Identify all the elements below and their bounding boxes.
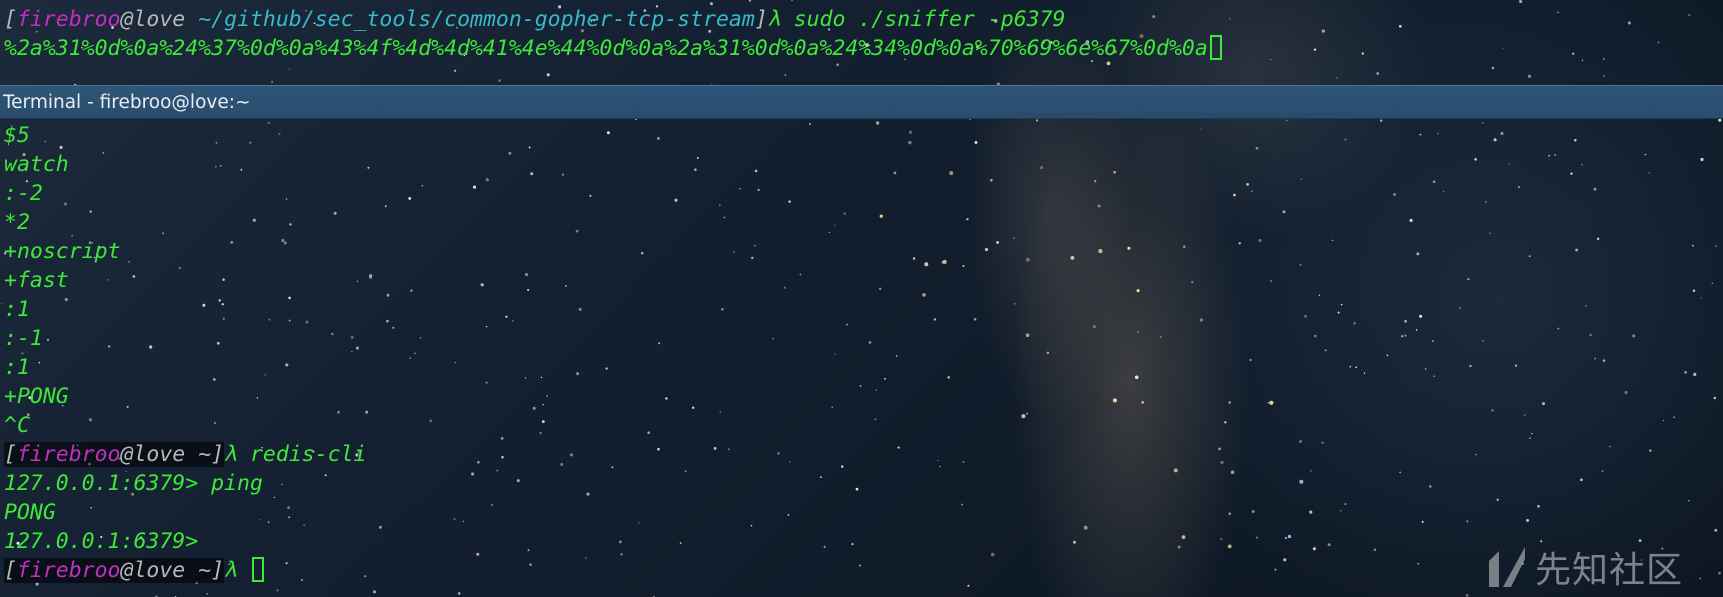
watermark: 先知社区 [1487,545,1683,591]
sniffer-output-line: %2a%31%0d%0a%24%37%0d%0a%43%4f%4d%4d%41%… [4,34,1222,63]
lambda-prompt-symbol: λ [767,7,781,32]
terminal-cursor-icon [1209,35,1222,60]
prompt-host: @love [120,442,186,467]
redis-line: PONG [4,500,56,525]
prompt-user: firebroo [16,442,121,467]
prompt-bracket-open: [ [4,558,17,583]
sniffer-command: sudo ./sniffer -p6379 [780,7,1066,32]
prompt-bracket-open: [ [4,7,17,32]
active-prompt-line[interactable]: [firebroo@love ~]λ [4,556,264,585]
prompt-bracket-close: ] [211,442,225,467]
terminal-output-line: +PONG [4,384,69,409]
sniffer-prompt-line: [firebroo@love ~/github/sec_tools/common… [4,5,1065,34]
window-title: Terminal - firebroo@love:~ [3,92,251,113]
redis-line: 127.0.0.1:6379> ping [4,471,263,496]
redis-line: 127.0.0.1:6379> [4,529,199,554]
terminal-output-line: :1 [4,297,30,322]
redis-cli-command: redis-cli [237,442,367,467]
terminal-output-line: +fast [4,268,69,293]
terminal-output-line: :-1 [4,326,43,351]
prompt-host: @love [120,7,186,32]
prompt-bracket-open: [ [4,442,17,467]
prompt-path: ~ [185,442,212,467]
prompt-host: @love [120,558,186,583]
prompt-bracket-close: ] [211,558,225,583]
prompt-path: ~ [185,558,212,583]
terminal-title-bar[interactable]: Terminal - firebroo@love:~ [0,85,1723,119]
prompt-path: ~/github/sec_tools/common-gopher-tcp-str… [185,7,755,32]
prompt-user: firebroo [16,7,121,32]
terminal-output-line: :-2 [4,181,43,206]
terminal-output-line: +noscript [4,239,121,264]
xianzhi-logo-icon [1489,547,1525,587]
terminal-cursor-icon [252,557,264,582]
terminal-output-line: *2 [4,210,30,235]
prompt-bracket-close: ] [754,7,768,32]
desktop-background: [firebroo@love ~/github/sec_tools/common… [0,0,1723,597]
redis-cli-prompt-line: [firebroo@love ~]λ redis-cli [4,440,367,469]
lambda-prompt-symbol: λ [224,442,238,467]
terminal-output-line: ^C [4,413,30,438]
prompt-user: firebroo [16,558,121,583]
watermark-text: 先知社区 [1535,550,1684,591]
command-input[interactable] [237,558,250,583]
lambda-prompt-symbol: λ [224,558,238,583]
terminal-output-line: $5 [4,123,30,148]
terminal-output-line: watch [4,152,69,177]
gopher-encoded-payload: %2a%31%0d%0a%24%37%0d%0a%43%4f%4d%4d%41%… [4,36,1208,61]
terminal-output-line: :1 [4,355,30,380]
